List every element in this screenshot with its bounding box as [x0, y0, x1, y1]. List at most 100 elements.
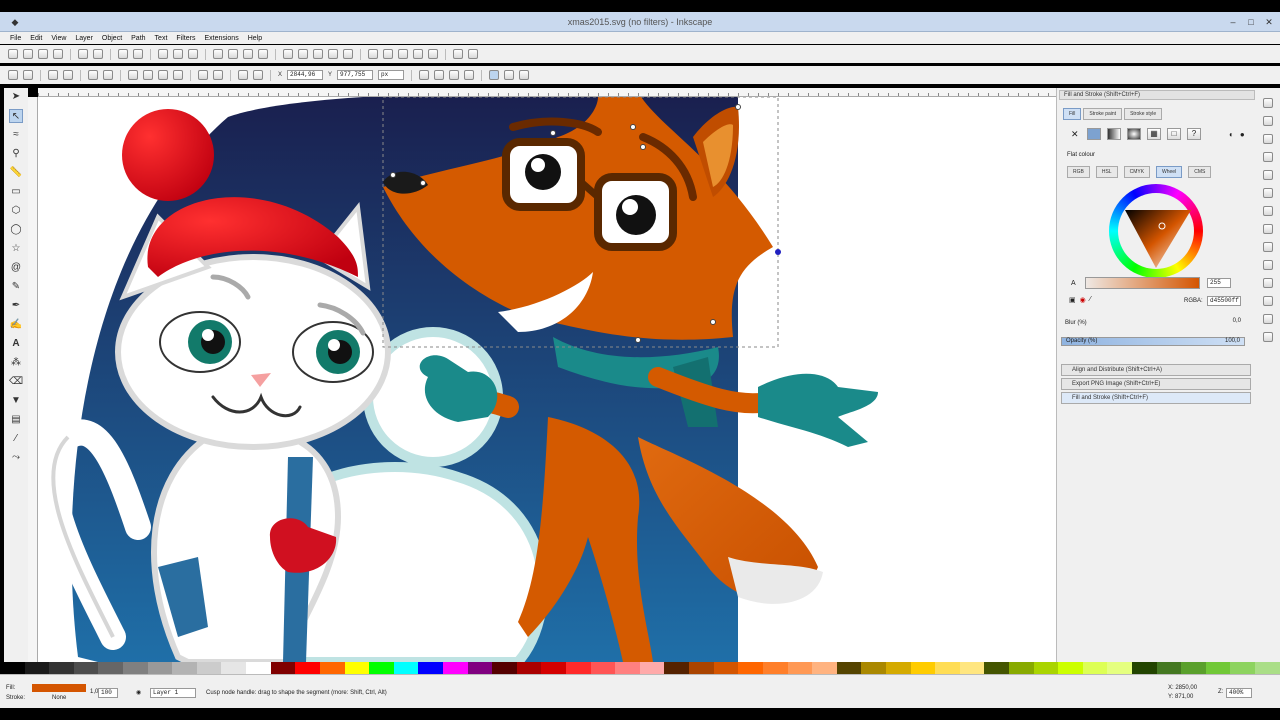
tab-stroke-paint[interactable]: Stroke paint [1083, 108, 1123, 120]
color-triangle[interactable] [1109, 184, 1203, 278]
star-tool-icon[interactable]: ☆ [9, 242, 23, 256]
pencil-tool-icon[interactable]: ✎ [9, 280, 23, 294]
show-path-outline-icon[interactable] [449, 70, 460, 80]
minimize-icon[interactable]: – [1226, 16, 1240, 28]
snap-nodes-icon[interactable] [519, 70, 530, 80]
layers-icon[interactable] [398, 49, 408, 59]
color-palette[interactable] [0, 662, 1280, 674]
xml-editor-icon[interactable] [413, 49, 423, 59]
spiral-tool-icon[interactable]: @ [9, 261, 23, 275]
menu-extensions[interactable]: Extensions [204, 35, 238, 42]
spray-tool-icon[interactable]: ⁂ [9, 356, 23, 370]
menu-path[interactable]: Path [131, 35, 145, 42]
stroke-to-path-icon[interactable] [253, 70, 263, 80]
export-icon[interactable] [93, 49, 103, 59]
snap-center-icon[interactable] [1263, 260, 1273, 270]
mode-hsl[interactable]: HSL [1095, 166, 1118, 178]
duplicate-icon[interactable] [283, 49, 293, 59]
x-coordinate-field[interactable]: 2844,96 [287, 70, 324, 80]
document-properties-icon[interactable] [468, 49, 478, 59]
zoom-drawing-icon[interactable] [228, 49, 238, 59]
undo-icon[interactable] [118, 49, 128, 59]
rectangle-tool-icon[interactable]: ▭ [9, 185, 23, 199]
alpha-field[interactable]: 255 [1207, 278, 1231, 288]
linear-gradient-button[interactable] [1107, 128, 1121, 140]
text-tool-icon[interactable]: A [9, 337, 23, 351]
fill-stroke-icon[interactable] [368, 49, 378, 59]
radial-gradient-button[interactable] [1127, 128, 1141, 140]
show-handles-icon[interactable] [464, 70, 475, 80]
snap-path-icon[interactable] [1263, 170, 1273, 180]
object-to-path-icon[interactable] [238, 70, 248, 80]
unlink-clone-icon[interactable] [313, 49, 323, 59]
panel-fill-stroke[interactable]: Fill and Stroke (Shift+Ctrl+F) [1061, 392, 1251, 404]
menu-filters[interactable]: Filters [176, 35, 195, 42]
print-icon[interactable] [53, 49, 63, 59]
close-icon[interactable]: ✕ [1262, 16, 1276, 28]
redo-icon[interactable] [133, 49, 143, 59]
snap-rotation-icon[interactable] [1263, 278, 1273, 288]
join-segment-icon[interactable] [88, 70, 98, 80]
panel-align-distribute[interactable]: Align and Distribute (Shift+Ctrl+A) [1061, 364, 1251, 376]
alpha-slider[interactable] [1085, 277, 1200, 289]
cut-icon[interactable] [173, 49, 183, 59]
menu-file[interactable]: File [10, 35, 21, 42]
snap-bbox-icon[interactable] [504, 70, 515, 80]
fill-rule-evenodd-icon[interactable]: ◐ [1229, 130, 1234, 139]
pattern-button[interactable]: ▦ [1147, 128, 1161, 140]
smooth-node-icon[interactable] [143, 70, 153, 80]
snap-midpoint-icon[interactable] [1263, 242, 1273, 252]
menu-layer[interactable]: Layer [75, 35, 93, 42]
stroke-indicator[interactable]: None [52, 695, 66, 701]
opacity-slider[interactable]: Opacity (%) 100,0 [1061, 337, 1245, 346]
mode-rgb[interactable]: RGB [1067, 166, 1090, 178]
gradient-tool-icon[interactable]: ▤ [9, 413, 23, 427]
snap-smooth-icon[interactable] [1263, 224, 1273, 234]
break-path-icon[interactable] [63, 70, 73, 80]
ungroup-icon[interactable] [343, 49, 353, 59]
maximize-icon[interactable]: □ [1244, 16, 1258, 28]
color-wheel[interactable] [1109, 184, 1203, 278]
menu-object[interactable]: Object [102, 35, 122, 42]
measure-tool-icon[interactable]: 📏 [9, 166, 23, 180]
open-icon[interactable] [23, 49, 33, 59]
snap-grid-icon[interactable] [1263, 314, 1273, 324]
unit-select[interactable]: px [378, 70, 405, 80]
text-font-icon[interactable] [383, 49, 393, 59]
menu-edit[interactable]: Edit [30, 35, 42, 42]
no-paint-icon[interactable]: ✕ [1071, 129, 1081, 140]
delete-segment-icon[interactable] [103, 70, 113, 80]
blur-slider[interactable]: 0,0 [1061, 318, 1245, 327]
snap-guide-icon[interactable] [1263, 332, 1273, 342]
cusp-node-icon[interactable] [128, 70, 138, 80]
mode-wheel[interactable]: Wheel [1156, 166, 1183, 178]
copy-icon[interactable] [158, 49, 168, 59]
snap-bbox-edge-icon[interactable] [1263, 134, 1273, 144]
layer-select[interactable]: Layer 1 [150, 688, 196, 698]
pick-color-icon[interactable]: ⁄ [1090, 296, 1091, 304]
fill-indicator[interactable] [32, 684, 86, 692]
align-distribute-icon[interactable] [428, 49, 438, 59]
curve-segment-icon[interactable] [213, 70, 223, 80]
show-clip-icon[interactable] [419, 70, 430, 80]
out-of-gamut-icon[interactable]: ◉ [1080, 296, 1086, 304]
swatch-button[interactable]: □ [1167, 128, 1181, 140]
menu-help[interactable]: Help [248, 35, 262, 42]
y-coordinate-field[interactable]: 977,755 [337, 70, 374, 80]
preferences-icon[interactable] [453, 49, 463, 59]
import-icon[interactable] [78, 49, 88, 59]
zoom-width-icon[interactable] [258, 49, 268, 59]
tweak-tool-icon[interactable]: ≈ [9, 128, 23, 142]
rgba-field[interactable]: d45500ff [1207, 296, 1241, 306]
snap-node-icon[interactable] [1263, 152, 1273, 162]
selector-tool-icon[interactable]: ➤ [9, 90, 23, 104]
snap-bbox-corner-icon[interactable] [1263, 116, 1273, 126]
join-nodes-icon[interactable] [48, 70, 58, 80]
bucket-tool-icon[interactable]: ▼ [9, 394, 23, 408]
auto-smooth-node-icon[interactable] [173, 70, 183, 80]
snap-toggle-icon[interactable] [489, 70, 500, 80]
object-opacity-field[interactable]: 100 [98, 688, 118, 698]
insert-node-icon[interactable] [8, 70, 18, 80]
snap-page-icon[interactable] [1263, 296, 1273, 306]
calligraphy-tool-icon[interactable]: ✍ [9, 318, 23, 332]
